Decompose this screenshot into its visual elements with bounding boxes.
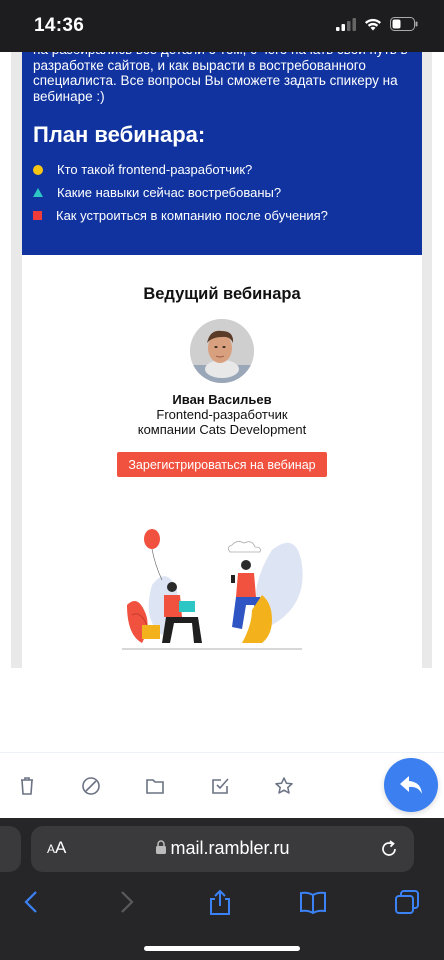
browser-bar: AA mail.rambler.ru: [0, 818, 444, 960]
mark-read-icon[interactable]: [209, 775, 231, 797]
avatar-photo: [190, 319, 254, 383]
plan-item: Как устроиться в компанию после обучения…: [33, 204, 328, 227]
yellow-circle-bullet: [33, 164, 43, 175]
screen: 14:36 на разбирались все детали: [0, 0, 444, 960]
previous-tab[interactable]: [0, 826, 21, 872]
plan-list: Кто такой frontend-разработчик? Какие на…: [33, 158, 328, 227]
trash-icon[interactable]: [16, 775, 38, 797]
red-square-bullet: [33, 211, 42, 220]
browser-nav: [0, 888, 444, 928]
host-role-line1: Frontend-разработчик: [156, 407, 288, 422]
address-bar[interactable]: AA mail.rambler.ru: [31, 826, 414, 872]
host-name: Иван Васильев: [172, 392, 272, 407]
reload-icon[interactable]: [378, 838, 400, 860]
status-time: 14:36: [34, 15, 85, 36]
plan-title: План вебинара:: [33, 122, 206, 147]
signal-icon: [336, 17, 356, 31]
folder-icon[interactable]: [144, 775, 166, 797]
star-icon[interactable]: [273, 775, 295, 797]
plan-item: Кто такой frontend-разработчик?: [33, 158, 328, 181]
reply-button[interactable]: [384, 758, 438, 812]
avatar: [190, 319, 254, 383]
host-role: Frontend-разработчик компании Cats Devel…: [22, 407, 422, 437]
plan-item: Какие навыки сейчас востребованы?: [33, 181, 328, 204]
plan-item-text: Как устроиться в компанию после обучения…: [56, 208, 328, 223]
reply-icon: [400, 776, 422, 794]
host-role-line2: компании Cats Development: [137, 422, 307, 437]
battery-icon: [390, 17, 418, 31]
tabs-icon[interactable]: [393, 888, 421, 916]
plan-section: на разбирались все детали о том, с чего …: [22, 52, 422, 255]
intro-text: на разбирались все детали о том, с чего …: [33, 52, 408, 104]
share-icon[interactable]: [206, 888, 234, 916]
plan-item-text: Какие навыки сейчас востребованы?: [57, 185, 282, 200]
url-text: mail.rambler.ru: [31, 838, 414, 859]
host-section: Ведущий вебинара Иван Васильев Frontend-…: [22, 255, 422, 668]
url-label: mail.rambler.ru: [170, 838, 290, 858]
back-icon[interactable]: [18, 888, 46, 916]
bookmarks-icon[interactable]: [299, 888, 327, 916]
home-indicator: [144, 946, 300, 951]
plan-item-text: Кто такой frontend-разработчик?: [57, 162, 253, 177]
host-title: Ведущий вебинара: [143, 285, 301, 303]
webinar-illustration: [122, 529, 303, 650]
forward-icon[interactable]: [112, 888, 140, 916]
status-bar: 14:36: [0, 0, 444, 52]
teal-triangle-bullet: [33, 188, 43, 197]
mail-toolbar: [0, 752, 444, 818]
status-icons: [336, 17, 418, 31]
register-button[interactable]: Зарегистрироваться на вебинар: [117, 452, 327, 477]
lock-icon: [156, 840, 167, 854]
block-icon[interactable]: [80, 775, 102, 797]
wifi-icon: [365, 18, 381, 30]
